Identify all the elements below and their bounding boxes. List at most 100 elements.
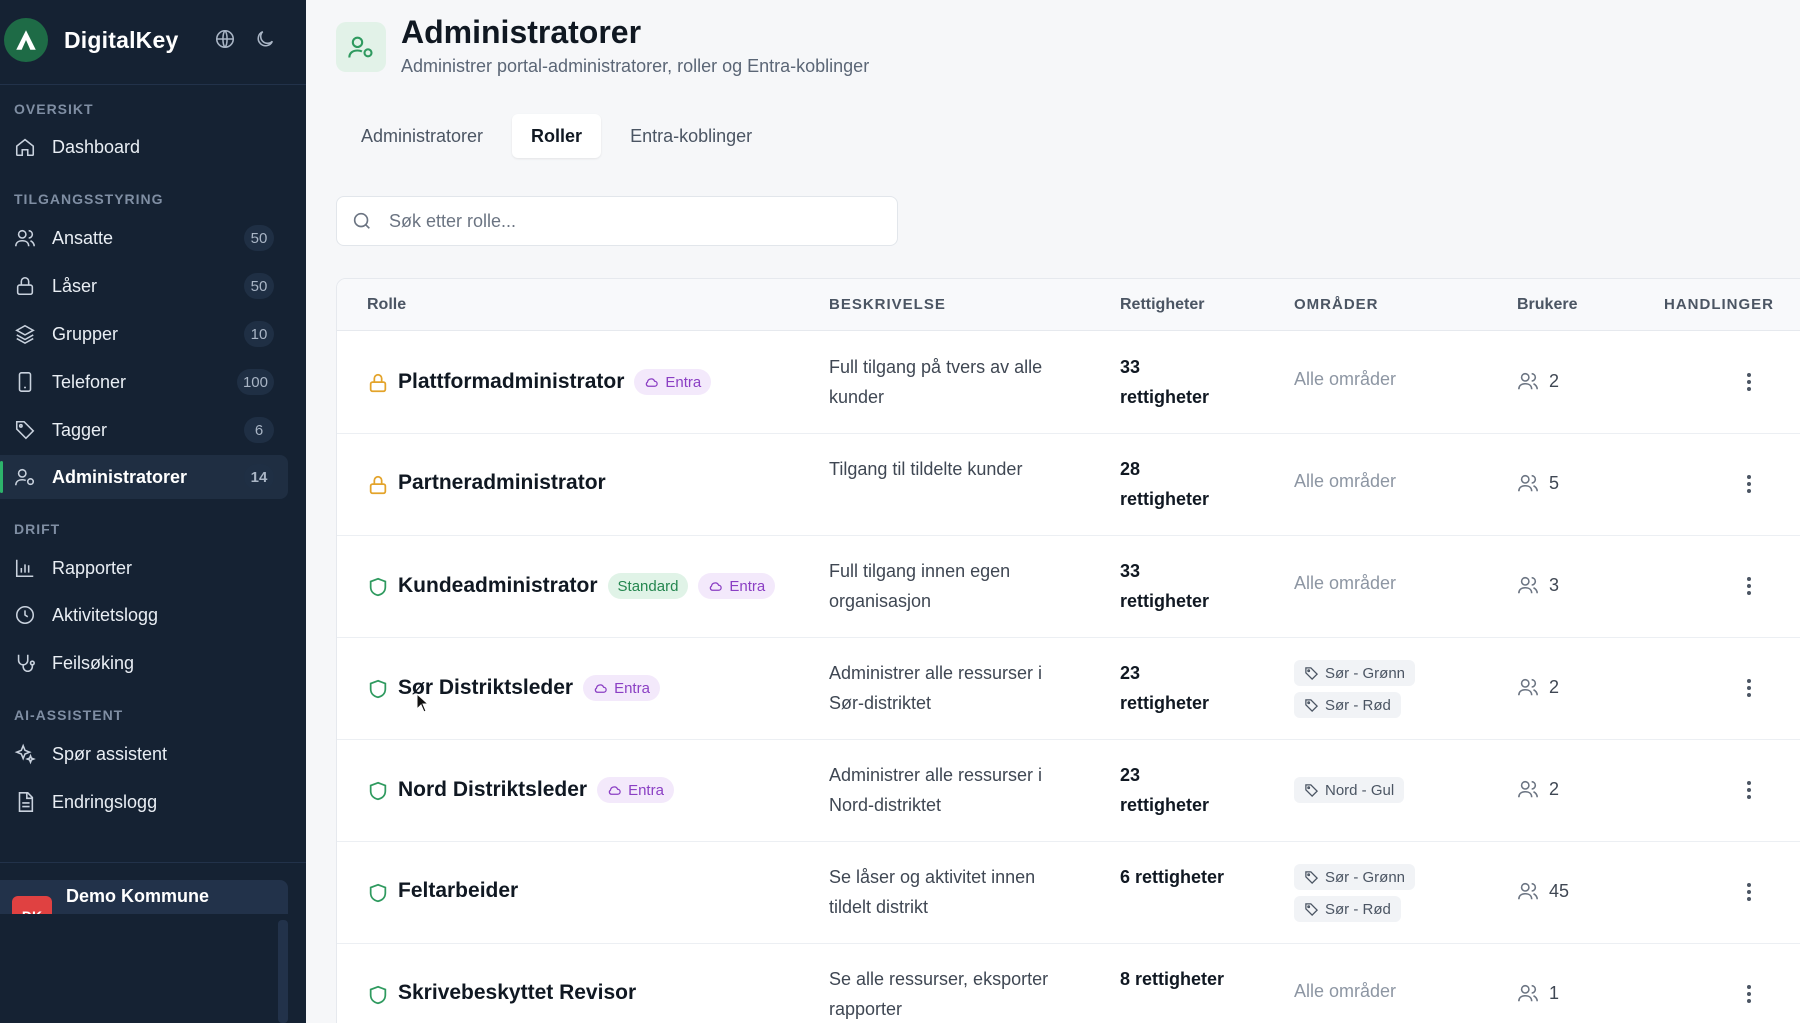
role-cell: Kundeadministrator Standard Entra: [398, 573, 776, 599]
area-tag-label: Sør - Rød: [1325, 900, 1391, 918]
layers-icon: [14, 323, 36, 345]
sidebar-item-label: Administratorer: [52, 466, 188, 487]
section-label-oversikt: OVERSIKT: [14, 101, 94, 117]
sidebar-item-label: Tagger: [52, 419, 108, 440]
section-label-drift: DRIFT: [14, 521, 61, 537]
sparkles-icon: [14, 743, 36, 765]
table-row[interactable]: Nord Distriktsleder Entra Administrer alle…: [337, 740, 1800, 842]
table-row[interactable]: Skrivebeskyttet Revisor Se alle ressurser…: [337, 944, 1800, 1023]
entra-badge-label: Entra: [628, 781, 664, 799]
tab-roller[interactable]: Roller: [512, 114, 602, 158]
role-name[interactable]: Plattformadministrator: [398, 370, 624, 394]
sidebar-item-label: Rapporter: [52, 557, 133, 578]
more-actions-icon[interactable]: [1737, 472, 1761, 496]
sidebar-item-dashboard[interactable]: Dashboard: [0, 125, 288, 169]
more-actions-icon[interactable]: [1737, 574, 1761, 598]
count-badge: 14: [244, 464, 274, 490]
column-header-permissions[interactable]: Rettigheter: [1120, 296, 1204, 314]
entra-badge-label: Entra: [729, 577, 766, 595]
role-name[interactable]: Skrivebeskyttet Revisor: [398, 981, 636, 1005]
sidebar-item-grupper[interactable]: Grupper 10: [0, 312, 288, 356]
tag-icon: [1304, 666, 1319, 681]
column-header-users[interactable]: Brukere: [1517, 296, 1577, 314]
sidebar-item-label: Endringslogg: [52, 791, 158, 812]
mouse-cursor-icon: [416, 693, 430, 713]
table-row[interactable]: Sør Distriktsleder Entra Administrer alle …: [337, 638, 1800, 740]
table-row[interactable]: Partneradministrator Tilgang til tildelte…: [337, 434, 1800, 536]
moon-icon[interactable]: [254, 28, 276, 50]
user-count: 3: [1517, 574, 1559, 596]
role-cell: Partneradministrator: [398, 471, 606, 495]
sidebar-item-aktivitetslogg[interactable]: Aktivitetslogg: [0, 593, 288, 637]
user-count-value: 5: [1549, 472, 1560, 493]
users-icon: [1517, 574, 1539, 596]
sidebar-item-endringslogg[interactable]: Endringslogg: [0, 780, 288, 824]
more-actions-icon[interactable]: [1737, 880, 1761, 904]
areas-all: Alle områder: [1294, 981, 1397, 1001]
cloud-icon: [708, 579, 723, 594]
tab-entra-koblinger[interactable]: Entra-koblinger: [611, 114, 771, 158]
more-actions-icon[interactable]: [1737, 676, 1761, 700]
table-row[interactable]: Plattformadministrator Entra Full tilgang …: [337, 332, 1800, 434]
more-actions-icon[interactable]: [1737, 982, 1761, 1006]
shield-icon: [367, 882, 389, 904]
globe-icon[interactable]: [214, 28, 236, 50]
shield-icon: [367, 780, 389, 802]
search-input[interactable]: [389, 210, 869, 232]
page-title: Administratorer: [401, 14, 642, 50]
stethoscope-icon: [14, 652, 36, 674]
app-name: DigitalKey: [64, 26, 179, 53]
table-row[interactable]: Kundeadministrator Standard Entra Full tilg…: [337, 536, 1800, 638]
organization-switcher[interactable]: DK Demo Kommune: [0, 880, 288, 914]
user-count-value: 2: [1549, 676, 1560, 697]
user-count: 2: [1517, 778, 1559, 800]
count-badge: 50: [244, 225, 274, 251]
user-count-value: 3: [1549, 574, 1560, 595]
count-badge: 100: [236, 369, 274, 395]
sidebar-item-label: Spør assistent: [52, 743, 168, 764]
area-tags: Sør - Grønn Sør - Rød: [1294, 864, 1416, 922]
permission-count: 8 rettigheter: [1120, 969, 1225, 989]
sidebar-item-telefoner[interactable]: Telefoner 100: [0, 360, 288, 404]
document-icon: [14, 791, 36, 813]
entra-badge: Entra: [597, 777, 674, 803]
user-count: 1: [1517, 982, 1559, 1004]
sidebar-item-tagger[interactable]: Tagger 6: [0, 408, 288, 452]
column-header-role[interactable]: Rolle: [367, 296, 406, 314]
role-description: Full tilgang på tvers av alle kunder: [829, 357, 1043, 407]
area-tags: Nord - Gul: [1294, 777, 1405, 803]
sidebar-item-rapporter[interactable]: Rapporter: [0, 546, 288, 590]
role-name[interactable]: Partneradministrator: [398, 471, 606, 495]
sidebar-item-spor-assistent[interactable]: Spør assistent: [0, 732, 288, 776]
home-icon: [14, 136, 36, 158]
column-header-actions: HANDLINGER: [1664, 296, 1774, 313]
sidebar-scrollbar[interactable]: [278, 920, 288, 1023]
sidebar-item-ansatte[interactable]: Ansatte 50: [0, 216, 288, 260]
sidebar-item-label: Låser: [52, 275, 98, 296]
table-row[interactable]: Feltarbeider Se låser og aktivitet innen …: [337, 842, 1800, 944]
role-description: Administrer alle ressurser i Nord-distri…: [829, 765, 1043, 815]
sidebar-item-label: Feilsøking: [52, 652, 135, 673]
brand[interactable]: DigitalKey: [4, 18, 178, 62]
sidebar-item-feilsoking[interactable]: Feilsøking: [0, 641, 288, 685]
more-actions-icon[interactable]: [1737, 778, 1761, 802]
role-description: Tilgang til tildelte kunder: [829, 459, 1023, 479]
sidebar-item-administratorer[interactable]: Administratorer 14: [0, 455, 288, 499]
sidebar-item-laser[interactable]: Låser 50: [0, 264, 288, 308]
search-box: [336, 196, 898, 246]
tag-icon: [1304, 902, 1319, 917]
permission-count: 28 rettigheter: [1120, 459, 1210, 509]
area-tag-label: Sør - Rød: [1325, 696, 1391, 714]
role-description: Full tilgang innen egen organisasjon: [829, 561, 1011, 611]
area-tag-label: Nord - Gul: [1325, 781, 1395, 799]
tab-administratorer[interactable]: Administratorer: [342, 114, 502, 158]
role-name[interactable]: Nord Distriktsleder: [398, 778, 587, 802]
section-label-ai-assistent: AI-ASSISTENT: [14, 707, 124, 723]
role-name[interactable]: Feltarbeider: [398, 879, 518, 903]
role-name[interactable]: Kundeadministrator: [398, 574, 598, 598]
user-count: 5: [1517, 472, 1559, 494]
count-badge: 50: [244, 273, 274, 299]
more-actions-icon[interactable]: [1737, 370, 1761, 394]
user-count: 45: [1517, 880, 1569, 902]
permission-count: 33 rettigheter: [1120, 357, 1210, 407]
